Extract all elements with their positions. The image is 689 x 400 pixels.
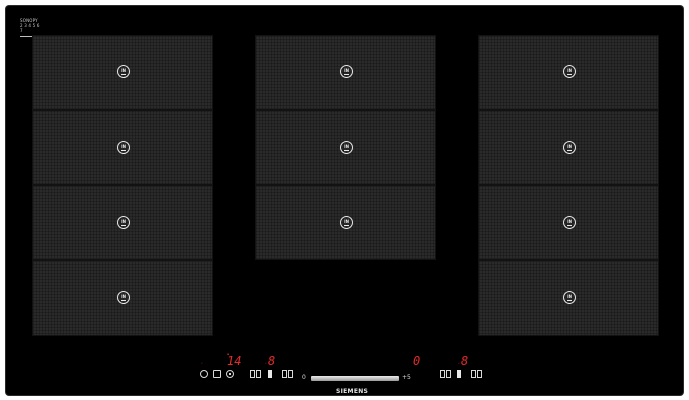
right-zone-select-button-2[interactable] [471,370,483,378]
right-zone-3[interactable]: IN [478,185,659,260]
center-zone-2[interactable]: IN [255,110,436,185]
right-zone-select-icon[interactable] [457,370,461,378]
left-zone-1[interactable]: IN [32,35,213,110]
slider-start-label: 0 [302,374,306,381]
induction-zone-icon: IN [563,65,576,78]
timer-icon[interactable] [226,370,234,378]
power-button-icon[interactable] [200,370,208,378]
right-zone-1[interactable]: IN [478,35,659,110]
left-status-mark: • [201,361,203,365]
left-zone-select-icon[interactable] [268,370,272,378]
induction-zone-icon: IN [340,65,353,78]
induction-zone-icon: IN [117,65,130,78]
right-timer-display: 8 [461,354,469,368]
left-zone-select-button[interactable] [250,370,262,378]
induction-zone-icon: IN [340,216,353,229]
left-power-label: ▪ [227,352,230,356]
lock-icon[interactable] [213,370,221,378]
left-zone-3[interactable]: IN [32,185,213,260]
right-zone-select-button[interactable] [440,370,452,378]
left-zone-select-button-2[interactable] [282,370,294,378]
induction-zone-icon: IN [117,216,130,229]
induction-zone-icon: IN [563,216,576,229]
induction-zone-icon: IN [340,141,353,154]
power-slider[interactable] [311,376,399,381]
left-zone-4[interactable]: IN [32,260,213,336]
slider-end-label: +5 [402,374,411,381]
right-power-display: 0 [413,354,421,368]
left-zone-2[interactable]: IN [32,110,213,185]
induction-hob: SONOPY 2 3 4 5 6 7 IN IN IN IN IN IN IN [6,6,683,395]
left-timer-dot: • [265,361,267,365]
brand-mark-line-2: 2 3 4 5 6 7 [20,23,40,33]
left-timer-display: 8 [268,354,276,368]
center-zone-3[interactable]: IN [255,185,436,260]
left-power-display: 14 [227,354,242,368]
induction-zone-icon: IN [563,141,576,154]
induction-zone-icon: IN [117,291,130,304]
induction-zone-icon: IN [563,291,576,304]
induction-zone-icon: IN [117,141,130,154]
brand-logo: SIEMENS [336,388,369,395]
center-zone-1[interactable]: IN [255,35,436,110]
right-timer-dot: • [458,361,460,365]
center-zone-column: IN IN IN [255,35,436,260]
right-zone-2[interactable]: IN [478,110,659,185]
left-zone-column: IN IN IN IN [32,35,213,336]
right-zone-4[interactable]: IN [478,260,659,336]
right-zone-column: IN IN IN IN [478,35,659,336]
